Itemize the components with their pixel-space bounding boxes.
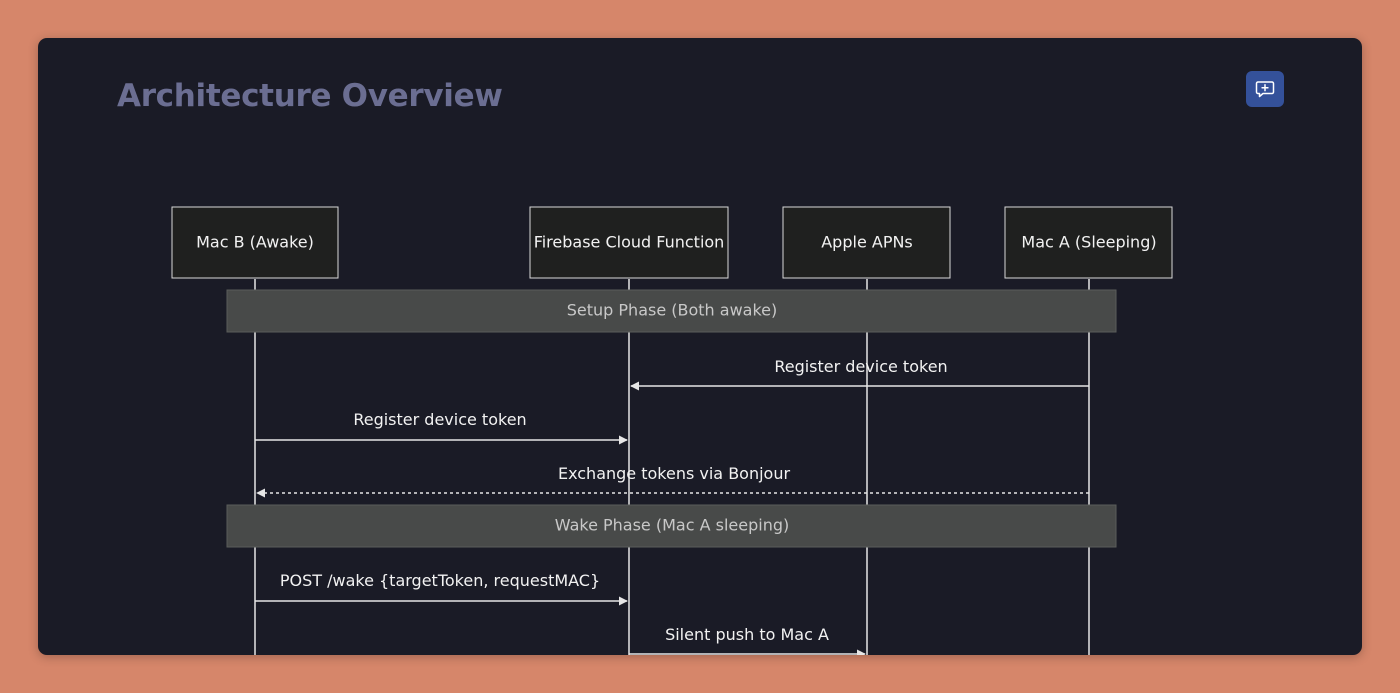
note-wake-phase: Wake Phase (Mac A sleeping): [226, 504, 1117, 548]
actor-label: Mac A (Sleeping): [1021, 233, 1156, 252]
actor-label: Apple APNs: [821, 233, 913, 252]
message-exchange-tokens: Exchange tokens via Bonjour: [256, 464, 1089, 498]
actor-mac-b: Mac B (Awake): [171, 206, 339, 279]
actor-firebase: Firebase Cloud Function: [529, 206, 729, 279]
message-silent-push: Silent push to Mac A: [629, 625, 866, 655]
message-label: Register device token: [353, 410, 526, 429]
message-label: Silent push to Mac A: [665, 625, 829, 644]
actor-mac-a: Mac A (Sleeping): [1004, 206, 1173, 279]
message-label: POST /wake {targetToken, requestMAC}: [280, 571, 600, 590]
message-post-wake: POST /wake {targetToken, requestMAC}: [255, 571, 628, 606]
message-register-token-mac-a: Register device token: [630, 357, 1089, 391]
actor-label: Mac B (Awake): [196, 233, 314, 252]
actor-label: Firebase Cloud Function: [534, 233, 725, 252]
note-label: Wake Phase (Mac A sleeping): [555, 516, 789, 535]
note-setup-phase: Setup Phase (Both awake): [226, 289, 1117, 333]
message-label: Exchange tokens via Bonjour: [558, 464, 791, 483]
sequence-diagram: Mac B (Awake) Firebase Cloud Function Ap…: [171, 206, 1173, 655]
message-label: Register device token: [774, 357, 947, 376]
message-register-token-mac-b: Register device token: [255, 410, 628, 445]
diagram-window: Architecture Overview Mac B (Awake) Fire…: [38, 38, 1362, 655]
actor-apns: Apple APNs: [782, 206, 951, 279]
note-label: Setup Phase (Both awake): [567, 301, 778, 320]
